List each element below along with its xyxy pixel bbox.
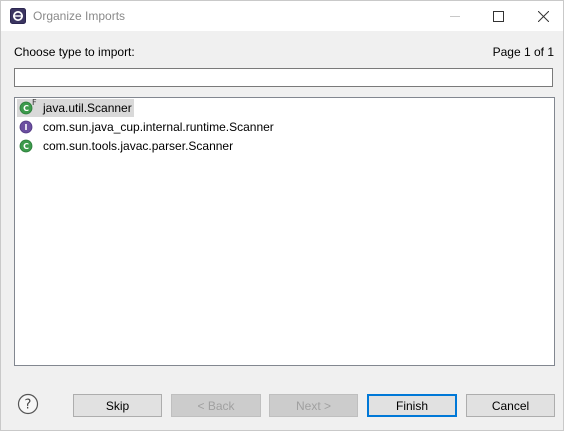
maximize-icon xyxy=(492,10,504,22)
help-button[interactable]: ? xyxy=(17,393,39,415)
type-name: com.sun.java_cup.internal.runtime.Scanne… xyxy=(43,120,274,134)
cancel-button[interactable]: Cancel xyxy=(466,394,555,417)
type-list[interactable]: C F java.util.Scanner I com.sun.java_cup… xyxy=(14,97,555,366)
page-indicator: Page 1 of 1 xyxy=(492,45,554,59)
svg-text:?: ? xyxy=(25,398,32,413)
svg-text:C: C xyxy=(23,142,29,151)
final-overlay: F xyxy=(32,98,37,107)
next-button[interactable]: Next > xyxy=(269,394,358,417)
type-filter-input[interactable] xyxy=(14,68,553,87)
minimize-icon xyxy=(450,16,460,17)
class-icon: C F xyxy=(19,98,37,116)
maximize-button[interactable] xyxy=(475,1,521,31)
type-name: java.util.Scanner xyxy=(43,101,132,115)
back-button[interactable]: < Back xyxy=(171,394,261,417)
organize-imports-dialog: Organize Imports Choose type to import: … xyxy=(0,0,564,431)
list-item[interactable]: C F java.util.Scanner xyxy=(17,98,134,117)
list-item[interactable]: C com.sun.tools.javac.parser.Scanner xyxy=(17,137,235,155)
class-icon: C xyxy=(19,138,35,154)
close-icon xyxy=(537,10,549,22)
window-title: Organize Imports xyxy=(33,9,126,23)
skip-button[interactable]: Skip xyxy=(73,394,162,417)
help-icon: ? xyxy=(17,393,39,415)
type-name: com.sun.tools.javac.parser.Scanner xyxy=(43,139,234,153)
interface-icon: I xyxy=(19,119,35,135)
close-button[interactable] xyxy=(520,1,564,31)
minimize-button[interactable] xyxy=(432,1,478,31)
svg-text:I: I xyxy=(25,123,28,132)
choose-type-label: Choose type to import: xyxy=(14,45,135,59)
list-item[interactable]: I com.sun.java_cup.internal.runtime.Scan… xyxy=(17,118,276,136)
finish-button[interactable]: Finish xyxy=(367,394,457,417)
eclipse-icon xyxy=(10,8,26,24)
svg-text:C: C xyxy=(23,104,29,113)
title-bar: Organize Imports xyxy=(1,1,563,31)
